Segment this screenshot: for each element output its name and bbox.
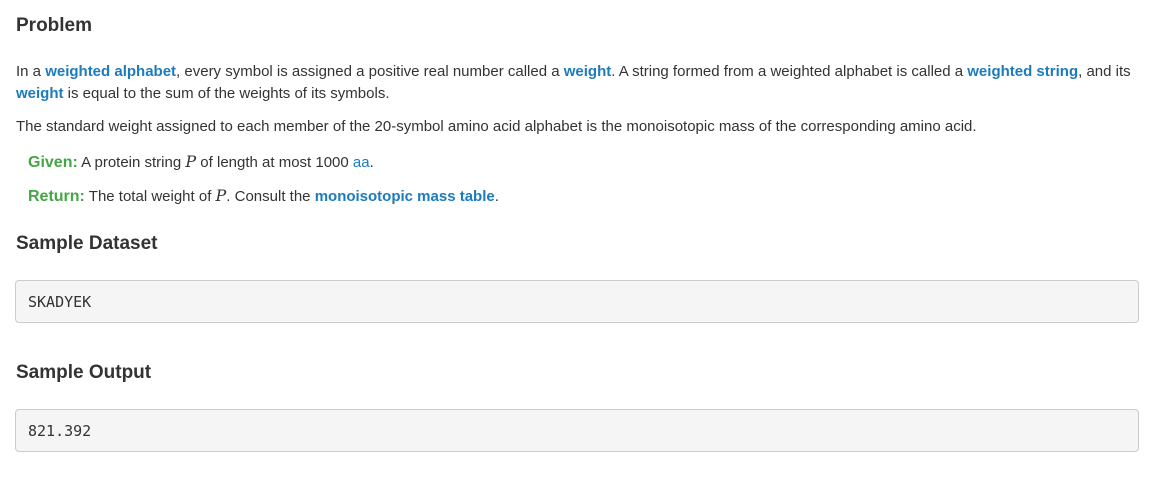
sample-dataset-heading: Sample Dataset — [16, 233, 158, 254]
given-label: Given: — [28, 154, 78, 171]
text-segment: The total weight of — [84, 188, 216, 205]
text-segment: . Consult the — [226, 188, 315, 205]
return-statement: Return: The total weight of P. Consult t… — [28, 185, 1153, 208]
problem-page: Problem In a weighted alphabet, every sy… — [0, 0, 1156, 479]
link-monoisotopic-mass-table[interactable]: monoisotopic mass table — [315, 188, 495, 205]
math-variable-p: P — [185, 152, 197, 171]
sample-output-heading: Sample Output — [16, 362, 152, 383]
link-weighted-string[interactable]: weighted string — [967, 63, 1078, 80]
text-segment: In a — [16, 63, 46, 80]
text-segment: is equal to the sum of the weights of it… — [63, 85, 390, 102]
sample-dataset-box[interactable]: SKADYEK — [15, 280, 1139, 323]
math-variable-p: P — [215, 186, 227, 205]
text-segment: . — [369, 154, 374, 171]
link-weight[interactable]: weight — [564, 63, 612, 80]
text-segment: , and its — [1078, 63, 1131, 80]
problem-paragraph-definition: In a weighted alphabet, every symbol is … — [16, 61, 1141, 105]
text-segment: A protein string — [77, 154, 186, 171]
problem-heading: Problem — [16, 15, 93, 36]
text-segment: . — [494, 188, 499, 205]
link-aa[interactable]: aa — [353, 154, 370, 171]
text-segment: , every symbol is assigned a positive re… — [176, 63, 564, 80]
sample-output-box[interactable]: 821.392 — [15, 409, 1139, 452]
given-statement: Given: A protein string P of length at m… — [28, 151, 1153, 174]
problem-paragraph-standard-weight: The standard weight assigned to each mem… — [16, 118, 977, 135]
link-weighted-alphabet[interactable]: weighted alphabet — [45, 63, 176, 80]
return-label: Return: — [28, 188, 85, 205]
text-segment: . A string formed from a weighted alphab… — [611, 63, 968, 80]
text-segment: of length at most 1000 — [196, 154, 353, 171]
link-weight-2[interactable]: weight — [16, 85, 64, 102]
